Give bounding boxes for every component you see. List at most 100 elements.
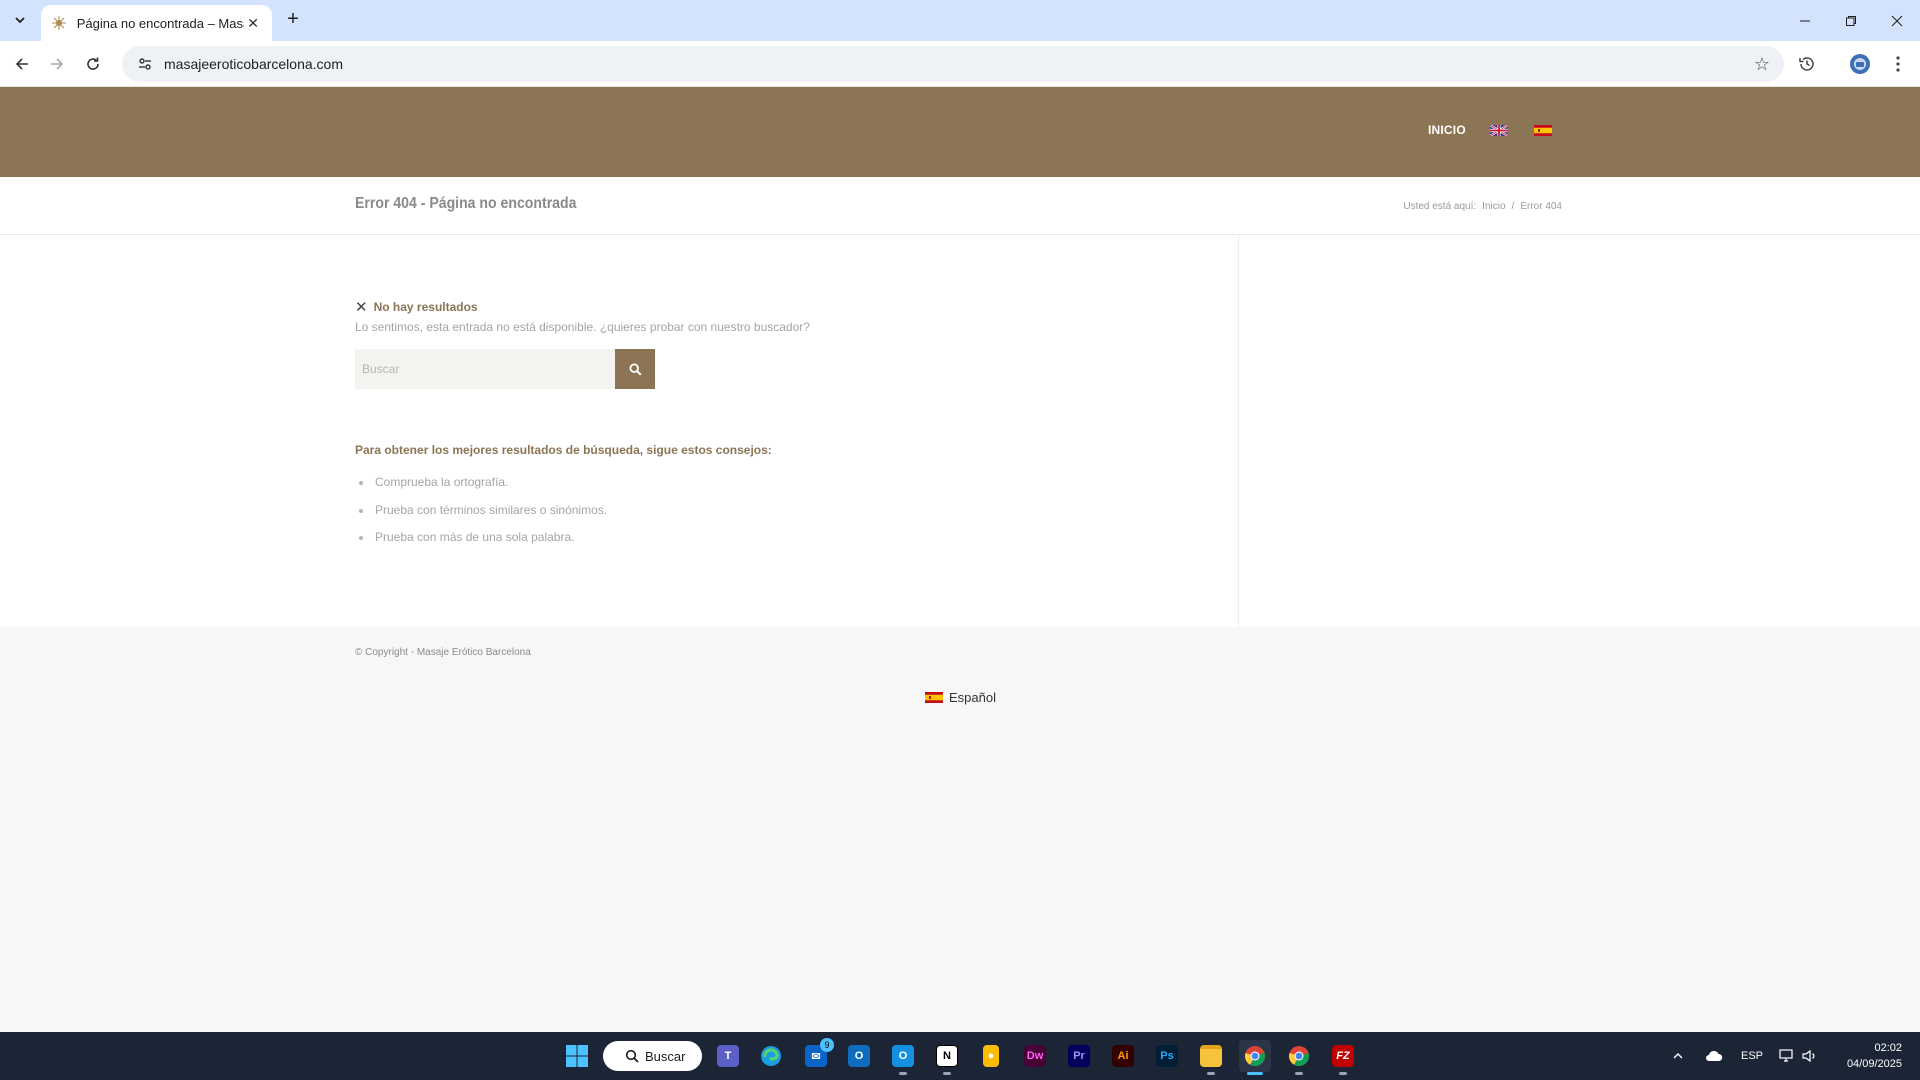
close-icon — [1891, 15, 1903, 26]
search-submit-button[interactable] — [615, 349, 655, 389]
profile-button[interactable] — [1846, 50, 1874, 78]
chrome-icon — [1289, 1046, 1309, 1067]
history-icon — [1799, 57, 1814, 71]
nav-link-home[interactable]: INICIO — [1428, 123, 1466, 137]
taskbar-illustrator[interactable]: Ai — [1107, 1040, 1139, 1072]
back-button[interactable] — [8, 50, 36, 78]
arrow-left-icon — [15, 58, 28, 70]
taskbar-filezilla[interactable]: FZ — [1327, 1040, 1359, 1075]
flag-uk-icon[interactable] — [1490, 125, 1508, 136]
photoshop-icon: Ps — [1156, 1045, 1178, 1067]
list-item: Prueba con más de una sola palabra. — [358, 530, 607, 558]
keep-icon: ● — [983, 1045, 999, 1067]
tray-volume[interactable] — [1802, 1032, 1818, 1080]
language-switcher[interactable]: Español — [925, 690, 996, 705]
taskbar-dreamweaver[interactable]: Dw — [1019, 1040, 1051, 1072]
list-item: Prueba con términos similares o sinónimo… — [358, 503, 607, 531]
tray-language[interactable]: ESP — [1741, 1032, 1763, 1080]
running-indicator — [1295, 1072, 1303, 1075]
taskbar-photoshop[interactable]: Ps — [1151, 1040, 1183, 1072]
browser-tab-bar: Página no encontrada – Masaje Erótico Ba… — [0, 0, 1920, 41]
tab-close-icon[interactable]: ✕ — [244, 15, 262, 32]
taskbar-premiere[interactable]: Pr — [1063, 1040, 1095, 1072]
dreamweaver-icon: Dw — [1024, 1045, 1046, 1067]
tab-search-button[interactable] — [6, 8, 34, 32]
network-icon — [1779, 1049, 1793, 1062]
forward-button[interactable] — [43, 50, 71, 78]
clock-date: 04/09/2025 — [1846, 1058, 1902, 1070]
search-input[interactable] — [355, 349, 615, 389]
tray-overflow-button[interactable] — [1672, 1032, 1684, 1080]
site-settings-icon[interactable] — [130, 56, 160, 72]
search-tips-title: Para obtener los mejores resultados de b… — [355, 443, 772, 457]
chevron-up-icon — [1673, 1053, 1683, 1059]
search-tips-list: Comprueba la ortografía. Prueba con térm… — [358, 475, 607, 558]
browser-tab-active[interactable]: Página no encontrada – Masaje Erótico Ba… — [41, 5, 272, 41]
copyright-text: © Copyright - Masaje Erótico Barcelona — [355, 647, 531, 658]
minimize-icon — [1800, 20, 1810, 21]
taskbar-keep[interactable]: ● — [975, 1040, 1007, 1072]
windows-taskbar: Buscar T ✉ 9 O O N ● Dw Pr Ai Ps . FZ ES… — [0, 1032, 1920, 1080]
breadcrumb-current: Error 404 — [1520, 201, 1562, 212]
chevron-down-icon — [15, 17, 25, 24]
bookmark-star-icon[interactable]: ☆ — [1754, 54, 1770, 75]
history-button[interactable] — [1793, 50, 1821, 78]
close-window-button[interactable] — [1874, 0, 1920, 41]
list-item: Comprueba la ortografía. — [358, 475, 607, 503]
taskbar-mail[interactable]: ✉ 9 — [800, 1038, 834, 1072]
breadcrumb-prefix: Usted está aquí: — [1403, 201, 1477, 212]
site-footer: © Copyright - Masaje Erótico Barcelona E… — [0, 627, 1920, 1032]
taskbar-chrome[interactable] — [1239, 1040, 1271, 1075]
restore-button[interactable] — [1828, 0, 1874, 41]
taskbar-file-explorer[interactable]: . — [1195, 1040, 1227, 1075]
browser-toolbar: masajeeroticobarcelona.com ☆ — [0, 41, 1920, 87]
no-results-message: Lo sentimos, esta entrada no está dispon… — [355, 320, 810, 334]
page-title: Error 404 - Página no encontrada — [355, 195, 577, 212]
arrow-right-icon — [51, 58, 64, 70]
reload-button[interactable] — [79, 50, 107, 78]
taskbar-outlook[interactable]: O — [843, 1040, 875, 1072]
browser-menu-button[interactable] — [1884, 50, 1912, 78]
address-bar[interactable]: masajeeroticobarcelona.com ☆ — [122, 46, 1784, 82]
site-favicon-icon — [51, 15, 67, 31]
taskbar-edge[interactable] — [755, 1040, 787, 1072]
chrome-icon — [1245, 1046, 1265, 1067]
taskbar-notion[interactable]: N — [931, 1040, 963, 1075]
start-button[interactable] — [561, 1040, 593, 1072]
more-vertical-icon — [1896, 56, 1900, 72]
breadcrumb-home-link[interactable]: Inicio — [1482, 201, 1505, 212]
taskbar-chrome-profile[interactable] — [1283, 1040, 1315, 1075]
taskbar-search[interactable]: Buscar — [603, 1041, 702, 1071]
search-icon — [625, 1049, 639, 1063]
flag-spain-icon[interactable] — [1534, 125, 1552, 136]
taskbar-teams[interactable]: T — [712, 1040, 744, 1072]
taskbar-clock[interactable]: 02:02 04/09/2025 — [1847, 1040, 1902, 1072]
minimize-button[interactable] — [1782, 0, 1828, 41]
close-icon: ✕ — [355, 299, 368, 316]
breadcrumb-separator: / — [1511, 201, 1515, 212]
address-url: masajeeroticobarcelona.com — [164, 56, 343, 72]
web-page: INICIO Error 404 - Página no encontrada … — [0, 87, 1920, 1032]
no-results-title: No hay resultados — [373, 300, 478, 314]
tray-onedrive[interactable] — [1705, 1032, 1723, 1080]
search-form — [355, 349, 655, 389]
filezilla-icon: FZ — [1332, 1045, 1354, 1067]
reload-icon — [87, 57, 99, 70]
main-content: ✕ No hay resultados Lo sentimos, esta en… — [0, 235, 1920, 627]
tray-network[interactable] — [1779, 1032, 1795, 1080]
outlook-icon: O — [848, 1045, 870, 1067]
sidebar-divider — [1238, 235, 1239, 627]
page-title-bar: Error 404 - Página no encontrada Usted e… — [0, 177, 1920, 235]
restore-icon — [1846, 15, 1856, 26]
running-indicator — [899, 1072, 907, 1075]
illustrator-icon: Ai — [1112, 1045, 1134, 1067]
teams-icon: T — [717, 1045, 739, 1067]
running-indicator — [1247, 1072, 1263, 1075]
search-icon — [628, 362, 642, 376]
taskbar-search-label: Buscar — [645, 1048, 686, 1064]
folder-icon: . — [1200, 1045, 1222, 1067]
taskbar-outlook-new[interactable]: O — [887, 1040, 919, 1075]
flag-spain-icon — [925, 692, 943, 703]
new-tab-button[interactable]: + — [281, 8, 305, 32]
avatar — [1850, 54, 1870, 74]
